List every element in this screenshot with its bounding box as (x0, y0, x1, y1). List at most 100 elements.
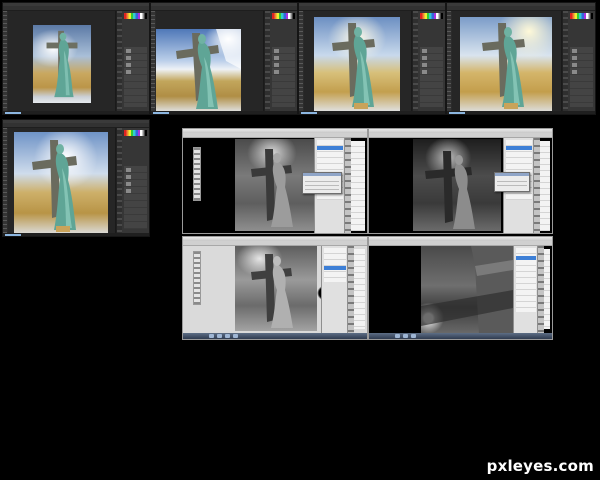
swatches-panel[interactable] (272, 13, 295, 19)
status-bar (3, 111, 149, 114)
tools-panel[interactable] (151, 11, 155, 111)
canvas-image[interactable] (314, 17, 400, 113)
cross-statue-figure (32, 140, 77, 232)
cross-statue-closeup (421, 246, 513, 334)
dialog-title-bar[interactable] (495, 173, 529, 176)
panels-dock (321, 246, 348, 339)
dialog-title-bar[interactable] (303, 173, 341, 176)
layer-thumbnail[interactable] (126, 49, 131, 53)
panel-icons-strip[interactable] (533, 138, 540, 233)
cross-statue-figure (425, 151, 475, 229)
history-panel[interactable] (324, 248, 346, 282)
panel-icons-strip[interactable] (537, 246, 544, 339)
tools-panel[interactable] (3, 128, 7, 233)
canvas-image[interactable] (460, 17, 552, 113)
layer-thumbnail[interactable] (572, 70, 577, 74)
taskbar-button[interactable] (225, 334, 230, 338)
layer-thumbnail[interactable] (126, 182, 131, 186)
layer-thumbnail[interactable] (126, 70, 131, 74)
layers-panel[interactable] (420, 47, 443, 107)
layer-thumbnail[interactable] (422, 56, 427, 60)
adjustment-dialog[interactable] (302, 172, 342, 194)
dialog-controls[interactable] (305, 178, 339, 191)
panel-icons-strip[interactable] (412, 11, 418, 111)
layer-thumbnail[interactable] (126, 168, 131, 172)
panels-dock (411, 11, 445, 111)
panel-icons-strip[interactable] (562, 11, 568, 111)
layer-thumbnail[interactable] (126, 56, 131, 60)
screenshot-step-5 (2, 119, 150, 237)
cross-statue-figure (332, 23, 375, 109)
layer-thumbnail[interactable] (422, 70, 427, 74)
layer-thumbnail[interactable] (422, 49, 427, 53)
selected-layer-row[interactable] (317, 146, 343, 150)
adjustment-dialog[interactable] (494, 172, 530, 192)
taskbar-button[interactable] (217, 334, 222, 338)
document-window (8, 11, 115, 111)
selected-layer-row[interactable] (324, 266, 346, 270)
status-bar (3, 233, 149, 236)
screenshot-step-2 (150, 2, 298, 115)
windows-taskbar (369, 333, 552, 339)
cross-statue-figure (176, 29, 241, 109)
tools-panel[interactable] (299, 11, 303, 111)
taskbar-button[interactable] (209, 334, 214, 338)
cross-statue-figure (482, 23, 525, 109)
tools-panel[interactable] (3, 11, 7, 111)
layers-panel[interactable] (124, 166, 147, 229)
canvas-image[interactable] (235, 246, 317, 331)
layer-thumbnail[interactable] (572, 63, 577, 67)
layer-thumbnail[interactable] (422, 63, 427, 67)
layers-panel[interactable] (272, 47, 295, 107)
swatches-panel[interactable] (420, 13, 443, 19)
taskbar-button[interactable] (403, 334, 408, 338)
layers-panel[interactable] (354, 249, 365, 329)
swatches-panel[interactable] (124, 13, 147, 19)
screenshot-step-3 (298, 2, 446, 115)
tools-panel[interactable] (193, 251, 201, 305)
tools-panel[interactable] (193, 147, 201, 201)
layer-thumbnail[interactable] (572, 56, 577, 60)
panel-icons-strip[interactable] (116, 11, 122, 111)
layers-panel[interactable] (540, 141, 550, 231)
taskbar-button[interactable] (233, 334, 238, 338)
canvas-image[interactable] (413, 139, 501, 231)
layer-thumbnail[interactable] (126, 63, 131, 67)
panel-icons-strip[interactable] (264, 11, 270, 111)
screenshot-step-6 (182, 128, 368, 234)
taskbar-button[interactable] (395, 334, 400, 338)
canvas-image[interactable] (421, 246, 513, 334)
screenshot-step-4 (446, 2, 596, 115)
status-bar (299, 111, 445, 114)
canvas-image[interactable] (14, 132, 108, 236)
swatches-panel[interactable] (570, 13, 593, 19)
document-window (452, 11, 561, 113)
taskbar-marker (5, 234, 21, 236)
tools-panel[interactable] (447, 11, 451, 111)
windows-taskbar (183, 333, 367, 339)
layers-panel[interactable] (570, 47, 593, 107)
layers-panel[interactable] (124, 47, 147, 107)
dialog-controls[interactable] (497, 178, 527, 189)
selected-layer-row[interactable] (516, 256, 536, 260)
layer-thumbnail[interactable] (126, 175, 131, 179)
panels-dock (561, 11, 595, 111)
canvas-image[interactable] (33, 25, 91, 103)
document-window (8, 128, 115, 236)
layer-thumbnail[interactable] (126, 189, 131, 193)
layer-thumbnail[interactable] (274, 49, 279, 53)
panel-icons-strip[interactable] (344, 138, 351, 233)
panel-icons-strip[interactable] (347, 246, 354, 339)
taskbar-button[interactable] (411, 334, 416, 338)
swatches-panel[interactable] (124, 130, 147, 136)
layers-panel[interactable] (544, 249, 550, 329)
layer-thumbnail[interactable] (274, 70, 279, 74)
layer-thumbnail[interactable] (572, 49, 577, 53)
selected-layer-row[interactable] (506, 146, 532, 150)
canvas-image[interactable] (156, 29, 241, 113)
layer-thumbnail[interactable] (274, 63, 279, 67)
layer-thumbnail[interactable] (274, 56, 279, 60)
layers-panel[interactable] (351, 141, 365, 231)
panel-icons-strip[interactable] (116, 128, 122, 233)
panels-dock (513, 246, 538, 339)
